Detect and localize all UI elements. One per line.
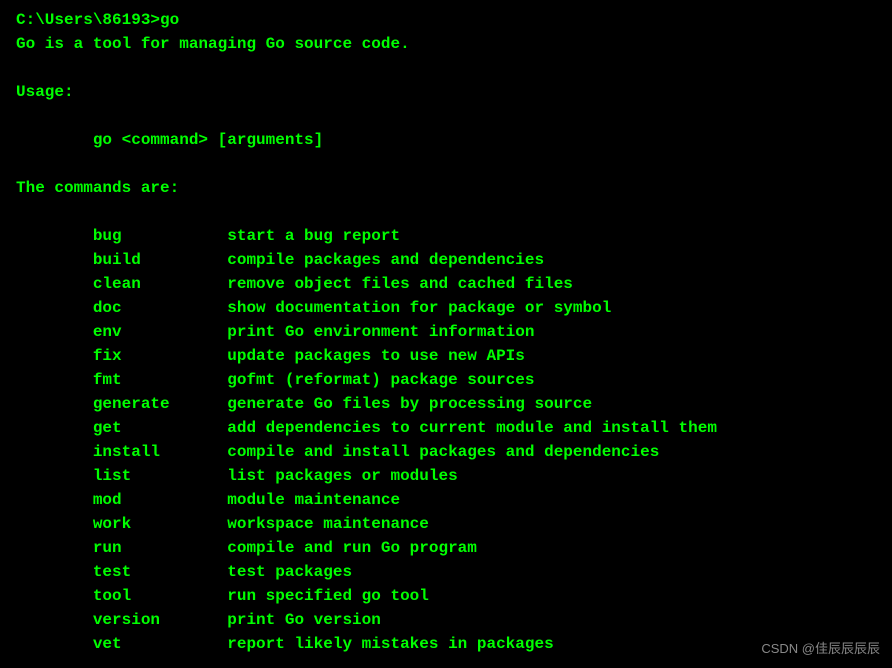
- command-name: vet: [93, 632, 227, 656]
- command-description: gofmt (reformat) package sources: [227, 368, 534, 392]
- command-name: fmt: [93, 368, 227, 392]
- command-description: list packages or modules: [227, 464, 457, 488]
- command-row: docshow documentation for package or sym…: [16, 296, 876, 320]
- command-name: list: [93, 464, 227, 488]
- command-description: show documentation for package or symbol: [227, 296, 611, 320]
- commands-list: bugstart a bug reportbuildcompile packag…: [16, 224, 876, 656]
- command-name: fix: [93, 344, 227, 368]
- command-description: module maintenance: [227, 488, 400, 512]
- command-row: vetreport likely mistakes in packages: [16, 632, 876, 656]
- command-name: build: [93, 248, 227, 272]
- command-description: generate Go files by processing source: [227, 392, 592, 416]
- command-description: add dependencies to current module and i…: [227, 416, 717, 440]
- command-row: bugstart a bug report: [16, 224, 876, 248]
- command-description: compile packages and dependencies: [227, 248, 544, 272]
- command-description: compile and install packages and depende…: [227, 440, 659, 464]
- watermark-text: CSDN @佳辰辰辰辰: [761, 639, 880, 659]
- usage-label: Usage:: [16, 80, 876, 104]
- usage-line: go <command> [arguments]: [16, 128, 876, 152]
- command-name: doc: [93, 296, 227, 320]
- command-name: bug: [93, 224, 227, 248]
- command-name: tool: [93, 584, 227, 608]
- command-name: get: [93, 416, 227, 440]
- command-row: workworkspace maintenance: [16, 512, 876, 536]
- commands-label: The commands are:: [16, 176, 876, 200]
- command-row: versionprint Go version: [16, 608, 876, 632]
- typed-command: go: [160, 11, 179, 29]
- command-row: installcompile and install packages and …: [16, 440, 876, 464]
- command-description: start a bug report: [227, 224, 400, 248]
- prompt-text: C:\Users\86193>: [16, 11, 160, 29]
- command-name: test: [93, 560, 227, 584]
- command-description: update packages to use new APIs: [227, 344, 525, 368]
- command-row: generategenerate Go files by processing …: [16, 392, 876, 416]
- command-name: clean: [93, 272, 227, 296]
- command-row: toolrun specified go tool: [16, 584, 876, 608]
- command-row: runcompile and run Go program: [16, 536, 876, 560]
- intro-text: Go is a tool for managing Go source code…: [16, 32, 876, 56]
- command-row: getadd dependencies to current module an…: [16, 416, 876, 440]
- blank-line: [16, 56, 876, 80]
- command-name: generate: [93, 392, 227, 416]
- command-description: workspace maintenance: [227, 512, 429, 536]
- command-description: remove object files and cached files: [227, 272, 573, 296]
- command-name: work: [93, 512, 227, 536]
- command-description: compile and run Go program: [227, 536, 477, 560]
- command-description: print Go environment information: [227, 320, 534, 344]
- command-name: install: [93, 440, 227, 464]
- command-row: fixupdate packages to use new APIs: [16, 344, 876, 368]
- command-name: run: [93, 536, 227, 560]
- blank-line: [16, 152, 876, 176]
- blank-line: [16, 200, 876, 224]
- command-description: report likely mistakes in packages: [227, 632, 553, 656]
- command-row: envprint Go environment information: [16, 320, 876, 344]
- command-row: listlist packages or modules: [16, 464, 876, 488]
- command-prompt-line[interactable]: C:\Users\86193>go: [16, 8, 876, 32]
- blank-line: [16, 104, 876, 128]
- command-row: testtest packages: [16, 560, 876, 584]
- command-row: fmtgofmt (reformat) package sources: [16, 368, 876, 392]
- command-description: print Go version: [227, 608, 381, 632]
- command-row: cleanremove object files and cached file…: [16, 272, 876, 296]
- command-name: env: [93, 320, 227, 344]
- command-description: run specified go tool: [227, 584, 429, 608]
- command-row: modmodule maintenance: [16, 488, 876, 512]
- command-row: buildcompile packages and dependencies: [16, 248, 876, 272]
- command-description: test packages: [227, 560, 352, 584]
- command-name: version: [93, 608, 227, 632]
- command-name: mod: [93, 488, 227, 512]
